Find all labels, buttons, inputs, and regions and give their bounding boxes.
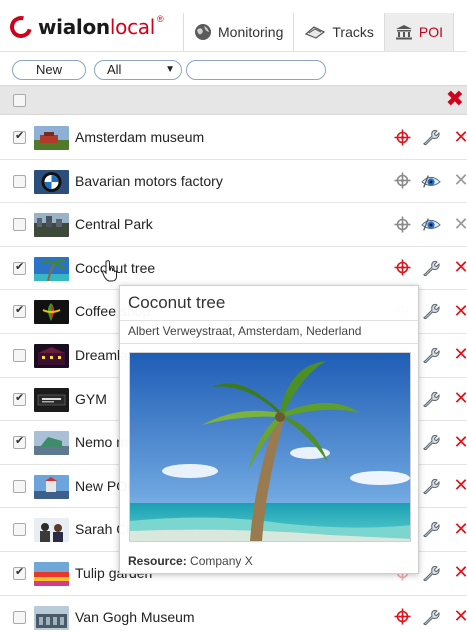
wrench-icon[interactable] <box>421 389 441 409</box>
locate-on-map-icon[interactable] <box>392 214 412 234</box>
delete-icon[interactable]: ✕ <box>451 301 467 322</box>
popup-resource-label: Resource: <box>128 554 187 568</box>
select-all-checkbox[interactable] <box>13 94 26 107</box>
poi-thumbnail <box>34 126 69 150</box>
delete-icon[interactable]: ✕ <box>451 519 467 540</box>
popup-resource: Resource: Company X <box>128 554 253 568</box>
search-input[interactable] <box>186 60 326 80</box>
tab-poi[interactable]: POI <box>383 13 454 51</box>
tab-poi-label: POI <box>418 24 443 40</box>
locate-on-map-icon[interactable] <box>392 258 412 278</box>
row-checkbox[interactable] <box>13 348 26 362</box>
popup-photo <box>129 352 411 542</box>
row-checkbox[interactable] <box>13 523 26 537</box>
logo-registered: ® <box>156 14 164 24</box>
popup-divider <box>120 343 418 344</box>
delete-icon[interactable]: ✕ <box>451 214 467 235</box>
wrench-icon[interactable] <box>421 563 441 583</box>
delete-icon[interactable]: ✕ <box>451 127 467 148</box>
popup-title: Coconut tree <box>128 293 226 312</box>
tab-monitoring[interactable]: Monitoring <box>183 13 293 51</box>
poi-thumbnail <box>34 169 69 194</box>
row-checkbox[interactable] <box>13 129 26 144</box>
list-header: ✖ <box>0 85 467 115</box>
poi-thumbnail <box>34 387 69 412</box>
list-item[interactable]: Central Park ✕ <box>0 203 467 247</box>
locate-on-map-icon[interactable] <box>392 171 412 191</box>
tab-monitoring-label: Monitoring <box>218 24 284 40</box>
poi-thumbnail <box>34 561 69 586</box>
delete-icon[interactable]: ✕ <box>451 170 467 191</box>
delete-icon[interactable]: ✕ <box>451 432 467 453</box>
poi-info-popup: Coconut tree Albert Verweystraat, Amster… <box>119 285 419 574</box>
wrench-icon[interactable] <box>421 432 441 452</box>
wrench-icon[interactable] <box>421 127 441 147</box>
delete-icon[interactable]: ✕ <box>451 257 467 278</box>
main-tabs: Monitoring Tracks POI <box>183 13 454 51</box>
eye-icon[interactable] <box>421 171 441 191</box>
museum-icon <box>395 24 413 40</box>
filter-select[interactable]: All ▼ <box>94 60 182 80</box>
poi-name[interactable]: GYM <box>75 391 107 407</box>
wrench-icon[interactable] <box>421 301 441 321</box>
row-checkbox[interactable] <box>13 434 26 450</box>
poi-thumbnail <box>34 343 69 368</box>
eye-icon[interactable] <box>421 214 441 234</box>
poi-thumbnail <box>34 605 69 630</box>
wrench-icon[interactable] <box>421 345 441 365</box>
row-checkbox[interactable] <box>13 565 26 580</box>
poi-thumbnail <box>34 213 69 238</box>
new-poi-button[interactable]: New <box>12 60 86 80</box>
logo-mark-icon <box>5 11 37 43</box>
row-checkbox[interactable] <box>13 174 26 188</box>
poi-name[interactable]: Van Gogh Museum <box>75 609 195 625</box>
tracks-icon <box>304 24 326 40</box>
popup-address: Albert Verweystraat, Amsterdam, Nederlan… <box>128 324 362 338</box>
locate-on-map-icon[interactable] <box>392 607 412 627</box>
delete-icon[interactable]: ✕ <box>451 475 467 496</box>
wrench-icon[interactable] <box>421 476 441 496</box>
poi-thumbnail <box>34 518 69 543</box>
wrench-icon[interactable] <box>421 607 441 627</box>
globe-icon <box>194 23 212 41</box>
wrench-icon[interactable] <box>421 258 441 278</box>
popup-resource-value: Company X <box>190 554 253 568</box>
hand-cursor-icon <box>101 260 117 282</box>
poi-name[interactable]: Central Park <box>75 216 153 232</box>
poi-toolbar: New All ▼ <box>0 56 467 84</box>
wrench-icon[interactable] <box>421 519 441 539</box>
popup-divider <box>120 320 418 321</box>
tab-tracks-label: Tracks <box>332 24 374 40</box>
row-checkbox[interactable] <box>13 303 26 319</box>
poi-thumbnail <box>34 300 69 325</box>
wialon-logo[interactable]: wialonlocal ® <box>5 11 164 43</box>
row-checkbox[interactable] <box>13 260 26 275</box>
row-checkbox[interactable] <box>13 218 26 232</box>
delete-icon[interactable]: ✕ <box>451 344 467 365</box>
filter-select-value: All <box>107 62 122 77</box>
delete-icon[interactable]: ✕ <box>451 388 467 409</box>
list-item[interactable]: Bavarian motors factory ✕ <box>0 160 467 204</box>
list-item[interactable]: Van Gogh Museum ✕ <box>0 596 467 633</box>
poi-thumbnail <box>34 256 69 281</box>
locate-on-map-icon[interactable] <box>392 127 412 147</box>
poi-name[interactable]: Amsterdam museum <box>75 129 204 145</box>
row-checkbox[interactable] <box>13 610 26 624</box>
delete-icon[interactable]: ✕ <box>451 562 467 583</box>
tab-tracks[interactable]: Tracks <box>293 13 383 51</box>
row-checkbox[interactable] <box>13 391 26 406</box>
list-item[interactable]: Coconut tree✕ <box>0 247 467 291</box>
poi-thumbnail <box>34 474 69 499</box>
logo-text: wialonlocal <box>38 15 155 39</box>
poi-name[interactable]: Bavarian motors factory <box>75 173 223 189</box>
poi-thumbnail <box>34 431 69 456</box>
row-checkbox[interactable] <box>13 479 26 493</box>
delete-selected-icon[interactable]: ✖ <box>446 88 464 112</box>
app-header: wialonlocal ® Monitoring Tracks POI <box>0 0 467 52</box>
chevron-down-icon: ▼ <box>165 64 175 75</box>
delete-icon[interactable]: ✕ <box>451 606 467 627</box>
list-item[interactable]: Amsterdam museum ✕ <box>0 116 467 160</box>
